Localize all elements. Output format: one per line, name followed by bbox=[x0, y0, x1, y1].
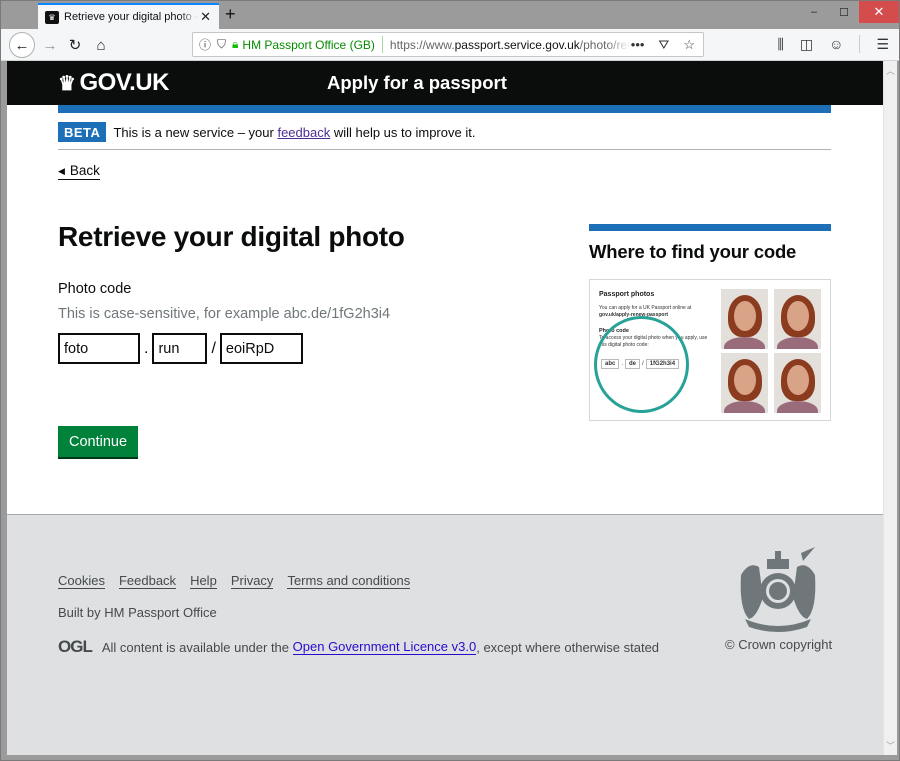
royal-coat-of-arms-icon bbox=[740, 547, 816, 632]
example-heading: Passport photos bbox=[599, 291, 655, 298]
beta-tag: BETA bbox=[58, 122, 107, 142]
forward-arrow-icon[interactable]: → bbox=[38, 33, 62, 57]
url-prefix: https://www. bbox=[389, 37, 455, 52]
window-controls: – ☐ ✕ bbox=[799, 1, 899, 23]
url-divider bbox=[381, 36, 383, 53]
footer-link-feedback[interactable]: Feedback bbox=[118, 573, 177, 589]
reload-icon[interactable]: ↻ bbox=[63, 33, 87, 57]
open-government-licence-link[interactable]: Open Government Licence v3.0 bbox=[292, 639, 477, 655]
page-actions: ••• ⛛ ☆ bbox=[631, 37, 695, 53]
govuk-logo-link[interactable]: ♛ GOV.UK bbox=[58, 69, 169, 97]
url-text[interactable]: https://www.passport.service.gov.uk/phot… bbox=[390, 38, 630, 52]
tracking-shield-icon[interactable]: ⛉ bbox=[217, 37, 226, 52]
photo-code-part2-input[interactable] bbox=[152, 333, 208, 364]
footer-link-cookies[interactable]: Cookies bbox=[58, 573, 105, 589]
back-arrow-icon[interactable]: ← bbox=[9, 32, 35, 58]
library-icon[interactable]: ⫼ bbox=[777, 36, 783, 53]
page-title: Retrieve your digital photo bbox=[58, 221, 405, 252]
continue-button[interactable]: Continue bbox=[58, 426, 138, 457]
page-viewport: ♛ GOV.UK Apply for a passport BETA This … bbox=[7, 61, 883, 755]
licence-text: OGL All content is available under the O… bbox=[58, 637, 659, 657]
scroll-down-icon[interactable]: ﹀ bbox=[886, 739, 895, 752]
licence-after: , except where otherwise stated bbox=[476, 639, 660, 655]
passport-photo bbox=[721, 353, 768, 413]
passport-photos-grid bbox=[721, 289, 821, 413]
url-domain: passport.service.gov.uk bbox=[454, 37, 580, 52]
tab-title: Retrieve your digital photo – Apply for … bbox=[64, 11, 199, 23]
scroll-up-icon[interactable]: ︿ bbox=[886, 64, 895, 77]
aside-blue-bar bbox=[589, 224, 831, 231]
hamburger-menu-icon[interactable]: ☰ bbox=[876, 36, 889, 53]
govuk-logo-text: GOV.UK bbox=[79, 69, 169, 96]
code-slash-separator: / bbox=[211, 339, 216, 357]
tab-close-icon[interactable]: ✕ bbox=[200, 9, 211, 25]
crown-icon: ♛ bbox=[58, 72, 76, 95]
feedback-link[interactable]: feedback bbox=[277, 125, 330, 140]
footer-link-terms[interactable]: Terms and conditions bbox=[287, 573, 411, 589]
passport-photo bbox=[774, 353, 821, 413]
photo-code-label: Photo code bbox=[58, 281, 132, 297]
minimize-button[interactable]: – bbox=[799, 1, 829, 23]
footer-link-privacy[interactable]: Privacy bbox=[230, 573, 274, 589]
built-by-text: Built by HM Passport Office bbox=[58, 605, 217, 620]
where-to-find-code-panel: Where to find your code Passport photos … bbox=[589, 224, 831, 421]
service-name-link[interactable]: Apply for a passport bbox=[327, 72, 507, 94]
lock-icon[interactable]: 🔒︎ bbox=[232, 37, 238, 52]
govuk-footer: Cookies Feedback Help Privacy Terms and … bbox=[7, 514, 883, 755]
passport-photo bbox=[721, 289, 768, 349]
code-dot-separator: . bbox=[144, 339, 149, 357]
passport-photo bbox=[774, 289, 821, 349]
photo-code-part3-input[interactable] bbox=[219, 333, 303, 364]
navigation-toolbar: ← → ↻ ⌂ ⓘ ⛉ 🔒︎ HM Passport Office (GB) h… bbox=[1, 29, 899, 61]
phase-text-after: will help us to improve it. bbox=[330, 125, 476, 140]
toolbar-divider bbox=[859, 35, 861, 53]
back-triangle-icon: ◀ bbox=[58, 166, 65, 176]
account-icon[interactable]: ☺ bbox=[829, 36, 843, 52]
phase-banner-text: This is a new service – your feedback wi… bbox=[113, 125, 475, 140]
aside-title: Where to find your code bbox=[589, 241, 797, 262]
pocket-icon[interactable]: ⛛ bbox=[658, 37, 669, 53]
browser-window: ♛ Retrieve your digital photo – Apply fo… bbox=[0, 0, 900, 761]
crown-copyright-link[interactable]: © Crown copyright bbox=[725, 637, 832, 652]
info-icon[interactable]: ⓘ bbox=[199, 36, 211, 53]
back-link-label: Back bbox=[69, 163, 100, 178]
photo-code-part1-input[interactable] bbox=[58, 333, 140, 364]
home-icon[interactable]: ⌂ bbox=[89, 33, 113, 57]
new-tab-button[interactable]: + bbox=[225, 4, 236, 25]
url-path: /photo/retrieve bbox=[579, 37, 630, 52]
footer-links: Cookies Feedback Help Privacy Terms and … bbox=[58, 573, 411, 589]
toolbar-right: ⫼ ◫ ☺ ☰ bbox=[777, 35, 889, 53]
highlight-circle bbox=[594, 316, 689, 413]
govuk-crown-favicon-icon: ♛ bbox=[45, 10, 59, 24]
footer-link-help[interactable]: Help bbox=[190, 573, 217, 589]
example-intro: You can apply for a UK Passport online a… bbox=[599, 305, 692, 311]
phase-banner: BETA This is a new service – your feedba… bbox=[58, 122, 831, 150]
site-identity[interactable]: HM Passport Office (GB) bbox=[242, 38, 374, 52]
tab-active[interactable]: ♛ Retrieve your digital photo – Apply fo… bbox=[38, 3, 219, 29]
govuk-header: ♛ GOV.UK Apply for a passport bbox=[7, 61, 883, 105]
photo-code-inputs: . / bbox=[58, 333, 303, 364]
phase-text-before: This is a new service – your bbox=[113, 125, 278, 140]
url-bar[interactable]: ⓘ ⛉ 🔒︎ HM Passport Office (GB) https://w… bbox=[192, 32, 704, 57]
sidebar-icon[interactable]: ◫ bbox=[800, 36, 813, 53]
ogl-logo-icon: OGL bbox=[58, 637, 93, 656]
back-link[interactable]: ◀ Back bbox=[58, 163, 100, 180]
photo-code-hint: This is case-sensitive, for example abc.… bbox=[58, 306, 391, 322]
maximize-button[interactable]: ☐ bbox=[829, 1, 859, 23]
example-photo-card-image: Passport photos You can apply for a UK P… bbox=[589, 279, 831, 421]
vertical-scrollbar[interactable]: ︿ ﹀ bbox=[883, 61, 897, 755]
window-close-button[interactable]: ✕ bbox=[859, 1, 899, 23]
header-blue-bar bbox=[58, 105, 831, 113]
bookmark-star-icon[interactable]: ☆ bbox=[683, 37, 695, 53]
page-actions-menu-icon[interactable]: ••• bbox=[631, 37, 645, 52]
tab-strip: ♛ Retrieve your digital photo – Apply fo… bbox=[1, 1, 899, 29]
licence-before: All content is available under the bbox=[101, 639, 290, 655]
